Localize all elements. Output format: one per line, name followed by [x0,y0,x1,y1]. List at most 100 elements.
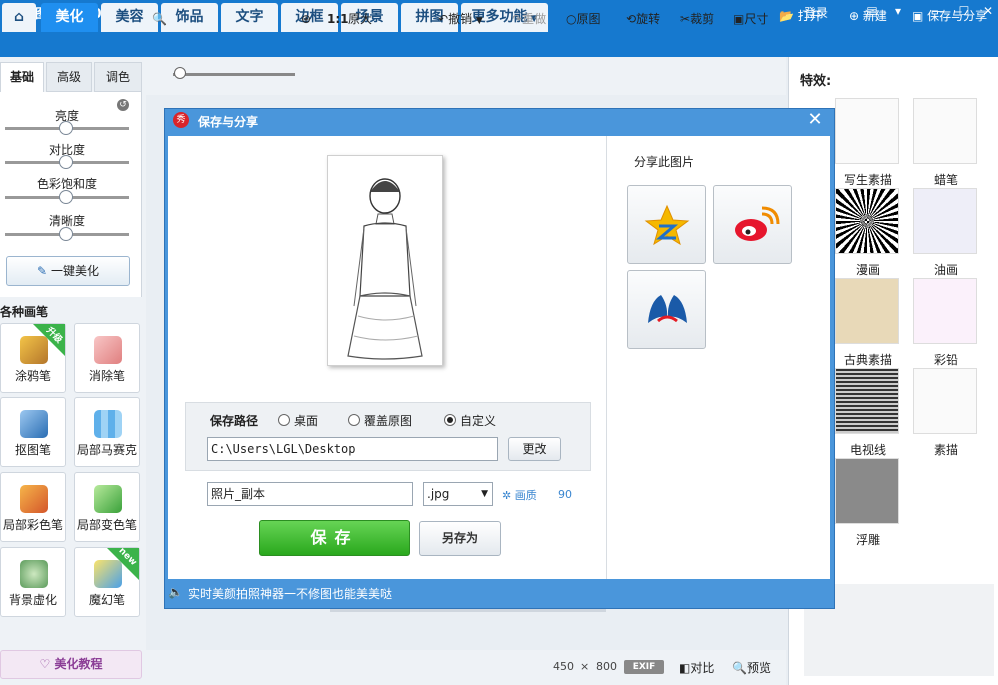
resize-button[interactable]: ▣尺寸 [733,11,768,27]
new-label: 新建 [862,9,887,23]
dialog-title: 保存与分享 [198,115,259,129]
effect-oil-label: 油画 [933,263,958,277]
chevron-down-icon: ▼ [481,489,488,499]
change-path-button[interactable]: 更改 [508,437,561,461]
quality-label: 画质 [514,489,537,502]
rotate-label: 旋转 [636,12,661,26]
brush-eraser[interactable]: 消除笔 [74,323,140,393]
undo-dropdown-icon: ▼ [475,16,483,26]
gear-icon: ✲ [502,489,512,502]
effect-classic-sketch-thumb[interactable] [835,278,899,344]
dialog-divider [606,136,607,579]
effect-emboss-thumb[interactable] [835,458,899,524]
brush-magic[interactable]: 魔幻笔 new [74,546,140,617]
effect-tv-lines-label: 电视线 [849,443,886,457]
effect-color-pencil-label: 彩铅 [933,353,958,367]
quality-settings[interactable]: ✲ 画质 [502,487,537,503]
effect-sketch-label: 写生素描 [843,173,892,187]
crop-button[interactable]: ✂裁剪 [680,11,714,27]
radio-custom[interactable] [444,414,456,426]
save-as-button[interactable]: 另存为 [419,521,501,556]
effect-crayon-label: 蜡笔 [933,173,958,187]
format-select[interactable]: .jpg ▼ [423,482,493,506]
radio-desktop[interactable] [278,414,290,426]
speaker-icon: 🔈 [168,585,183,599]
new-button[interactable]: ⊕ 新建 [849,7,887,25]
share-title: 分享此图片 [634,155,695,169]
menu-icon[interactable]: ▾ [890,3,906,19]
effect-comic-thumb[interactable] [835,188,899,254]
redo-button[interactable]: ↷重做 [512,11,546,27]
save-icon: ▣ [912,9,924,23]
save-share-button[interactable]: ▣ 保存与分享 [912,7,987,25]
zoom-out-icon[interactable]: 🔍 [152,11,167,27]
tutorial-button[interactable]: ♡ 美化教程 [0,650,142,679]
effect-color-pencil-thumb[interactable] [913,278,977,344]
tab-text[interactable]: 文字 [221,3,278,32]
brush-background-blur[interactable]: 背景虚化 [0,547,66,617]
save-path-input[interactable]: C:\Users\LGL\Desktop [207,437,498,461]
radio-custom-label: 自定义 [460,414,497,428]
original-size-button[interactable]: 原大 [348,11,372,27]
zoom-slider[interactable] [173,73,295,76]
undo-button[interactable]: ↶撤销 ▼ [438,11,483,27]
effect-emboss-label: 浮雕 [855,533,880,547]
zoom-slider-knob[interactable] [174,67,186,79]
preview-button[interactable]: 🔍预览 [732,659,771,676]
brush-cutout[interactable]: 抠图笔 [0,397,66,467]
radio-overwrite[interactable] [348,414,360,426]
effect-tv-lines-thumb[interactable] [835,368,899,434]
effect-crayon-thumb[interactable] [913,98,977,164]
effect-oil-thumb[interactable] [913,188,977,254]
brush-color-label: 局部彩色笔 [2,518,63,532]
tab-basic[interactable]: 基础 [0,62,44,92]
crop-label: 裁剪 [690,12,715,26]
contrast-slider-knob[interactable] [59,155,73,169]
undo-label: 撤销 [448,12,473,26]
zoom-in-icon[interactable]: ⊕ [301,11,311,27]
one-click-beautify-button[interactable]: ✎ 一键美化 [6,256,130,286]
compare-label: 对比 [690,661,715,675]
effect-pencil-sketch-thumb[interactable] [913,368,977,434]
open-button[interactable]: 📂 打开 [779,7,822,25]
cutout-pen-icon [20,410,48,438]
compare-button[interactable]: ◧对比 [679,659,714,676]
share-qzone-button[interactable] [627,185,706,264]
brush-doodle[interactable]: 涂鸦笔 升级 [0,323,66,393]
redo-label: 重做 [522,12,547,26]
brush-color[interactable]: 局部彩色笔 [0,472,66,542]
folder-icon: 📂 [779,9,794,23]
resize-icon: ▣ [733,12,745,26]
open-label: 打开 [797,9,822,23]
share-weibo-button[interactable] [713,185,792,264]
original-icon: ○ [566,12,577,26]
rotate-button[interactable]: ⟲旋转 [626,11,660,27]
resize-label: 尺寸 [744,12,769,26]
brightness-slider-knob[interactable] [59,121,73,135]
brush-doodle-label: 涂鸦笔 [14,369,51,383]
sharpness-slider-knob[interactable] [59,227,73,241]
filename-input[interactable]: 照片_副本 [207,482,413,506]
tab-beautify[interactable]: 美化 [41,3,98,32]
photo-preview [327,155,443,366]
dialog-logo-icon: 秀 [173,112,189,128]
share-renren-button[interactable] [627,270,706,349]
tab-advanced[interactable]: 高级 [46,62,92,92]
home-tab[interactable]: ⌂ [2,3,36,32]
footer-ad-link[interactable]: 实时美颜拍照神器一不修图也能美美哒 [188,585,392,602]
original-button[interactable]: ○原图 [566,11,601,27]
effect-sketch-thumb[interactable] [835,98,899,164]
tab-beauty[interactable]: 美容 [101,3,158,32]
zoom-ratio-button[interactable]: 1:1 [327,11,349,27]
effect-comic-label: 漫画 [855,263,880,277]
tab-color[interactable]: 调色 [94,62,142,92]
exif-button[interactable]: EXIF [624,660,664,674]
sketch-figure-image [347,178,423,360]
radio-desktop-label: 桌面 [294,414,319,428]
dialog-close-icon[interactable]: ✕ [806,111,824,129]
saturation-slider-knob[interactable] [59,190,73,204]
save-button[interactable]: 保存 [259,520,410,556]
brush-recolor[interactable]: 局部变色笔 [74,472,140,542]
tab-accessories[interactable]: 饰品 [161,3,218,32]
brush-mosaic[interactable]: 局部马赛克 [74,397,140,467]
